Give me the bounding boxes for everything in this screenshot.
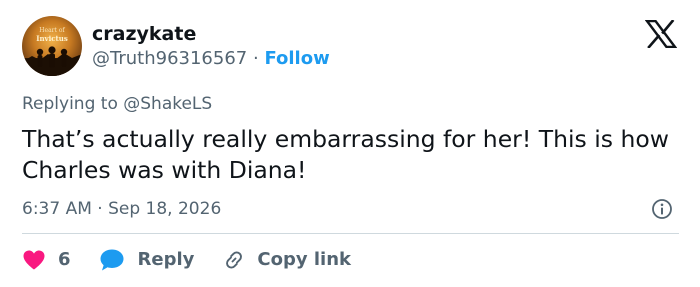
like-count: 6: [58, 249, 71, 270]
replying-to-line: Replying to @ShakeLS: [22, 93, 212, 115]
like-button[interactable]: 6: [22, 248, 71, 272]
reply-mention-link[interactable]: @ShakeLS: [123, 94, 212, 114]
display-name[interactable]: crazykate: [92, 22, 196, 46]
speech-bubble-icon: [100, 249, 124, 271]
avatar-text-main: Invictus: [36, 34, 68, 43]
x-logo-icon[interactable]: [644, 19, 678, 49]
reply-label: Reply: [137, 249, 195, 270]
timestamp-separator: ·: [91, 199, 109, 219]
user-handle[interactable]: @Truth96316567: [92, 48, 247, 69]
copy-link-label: Copy link: [257, 249, 351, 270]
avatar-text-top: Heart of: [39, 27, 65, 34]
tweet-embed-card: Heart of Invictus crazykate @Truth963165…: [0, 0, 700, 287]
divider: [22, 233, 679, 234]
tweet-time: 6:37 AM: [22, 199, 92, 219]
follow-button[interactable]: Follow: [264, 48, 329, 69]
avatar-image: [22, 46, 82, 76]
avatar[interactable]: Heart of Invictus: [22, 16, 82, 76]
tweet-text: That’s actually really embarrassing for …: [22, 125, 669, 184]
tweet-timestamp[interactable]: 6:37 AM · Sep 18, 2026: [22, 198, 221, 220]
replying-to-prefix: Replying to: [22, 94, 124, 114]
action-bar: 6 Reply Copy link: [22, 246, 351, 274]
info-icon[interactable]: [651, 198, 673, 220]
avatar-logo-text: Heart of Invictus: [22, 27, 82, 43]
handle-row: @Truth96316567 · Follow: [92, 48, 330, 70]
link-icon: [226, 251, 243, 269]
handle-separator: ·: [252, 48, 259, 69]
copy-link-button[interactable]: Copy link: [222, 248, 351, 272]
tweet-date: Sep 18, 2026: [108, 199, 222, 219]
heart-icon: [23, 250, 45, 270]
reply-button[interactable]: Reply: [99, 248, 195, 272]
